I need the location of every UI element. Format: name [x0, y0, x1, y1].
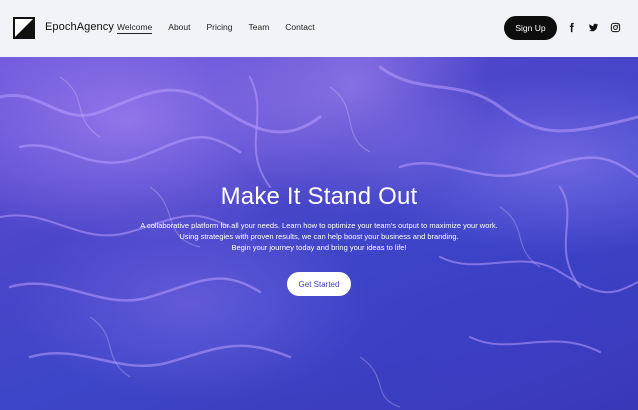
nav-item-welcome[interactable]: Welcome [117, 22, 153, 34]
hero-title: Make It Stand Out [220, 183, 418, 210]
site-header: EpochAgency Welcome About Pricing Team C… [0, 0, 638, 57]
nav-item-about[interactable]: About [168, 22, 190, 34]
logo-icon[interactable] [13, 17, 35, 39]
hero-content: Make It Stand Out A collaborative platfo… [0, 57, 638, 410]
facebook-icon[interactable] [566, 22, 577, 33]
twitter-icon[interactable] [588, 22, 599, 33]
hero-description-line: Begin your journey today and bring your … [231, 243, 407, 252]
nav-item-contact[interactable]: Contact [285, 22, 314, 34]
nav-item-pricing[interactable]: Pricing [207, 22, 233, 34]
hero-section: Make It Stand Out A collaborative platfo… [0, 57, 638, 410]
get-started-button[interactable]: Get Started [287, 272, 351, 296]
nav-item-team[interactable]: Team [248, 22, 269, 34]
brand-name[interactable]: EpochAgency [45, 21, 114, 33]
main-nav: Welcome About Pricing Team Contact [117, 22, 315, 34]
hero-description-line: Using strategies with proven results, we… [179, 232, 459, 241]
instagram-icon[interactable] [610, 22, 621, 33]
hero-description-line: A collaborative platform for all your ne… [140, 221, 498, 230]
sign-up-button[interactable]: Sign Up [504, 16, 557, 40]
